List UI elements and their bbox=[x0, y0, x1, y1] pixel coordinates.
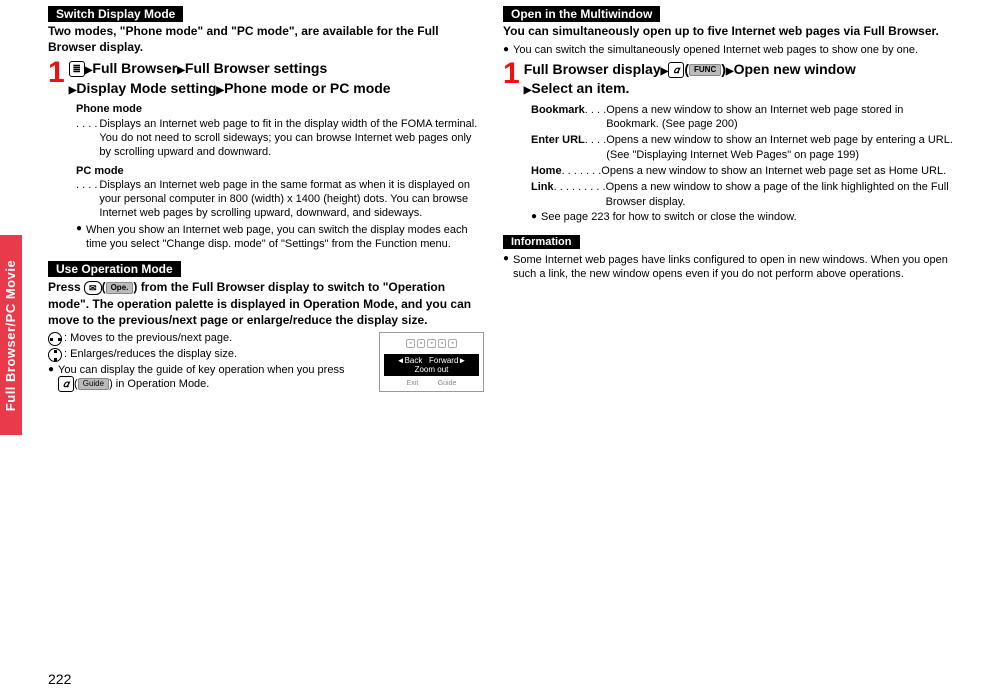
nav-arrow-icon: ▶ bbox=[661, 66, 669, 77]
op-lr-text: : Moves to the previous/next page. bbox=[64, 332, 232, 344]
guide-exit: Exit bbox=[407, 380, 419, 387]
mail-key-icon: ✉ bbox=[84, 281, 102, 295]
open-intro: You can simultaneously open up to five I… bbox=[503, 24, 954, 40]
operation-guide-preview: ◦◦◦◦◦ ◄Back Forward► Zoom out Exit Guide bbox=[379, 332, 484, 392]
use-intro-a: Press bbox=[48, 280, 84, 294]
def-term: Home bbox=[531, 164, 562, 178]
use-intro: Press ✉(Ope.) from the Full Browser disp… bbox=[48, 279, 484, 328]
guide-softkey-label: Guide bbox=[78, 378, 109, 390]
switch-modes-block: Phone mode . . . . Displays an Internet … bbox=[76, 102, 484, 251]
op-guide-row: ● You can display the guide of key opera… bbox=[48, 364, 373, 392]
pc-mode-desc: Displays an Internet web page in the sam… bbox=[99, 178, 484, 221]
bullet-icon: ● bbox=[503, 253, 509, 265]
nav-phone-or-pc-mode: Phone mode or PC mode bbox=[224, 80, 390, 96]
bullet-icon: ● bbox=[531, 211, 537, 223]
information-text: Some Internet web pages have links confi… bbox=[513, 253, 950, 282]
phone-mode-label: Phone mode bbox=[76, 102, 484, 116]
nav-select-item: Select an item. bbox=[531, 80, 629, 96]
def-enter-url: Enter URL. . . .Opens a new window to sh… bbox=[531, 133, 954, 162]
switch-bullet-row: ● When you show an Internet web page, yo… bbox=[76, 223, 484, 252]
switch-bullet-text: When you show an Internet web page, you … bbox=[86, 223, 484, 252]
information-heading: Information bbox=[503, 235, 580, 249]
information-body: ● Some Internet web pages have links con… bbox=[503, 253, 954, 282]
op-guide-a: You can display the guide of key operati… bbox=[58, 364, 344, 376]
use-intro-b: ( bbox=[102, 280, 106, 294]
nav-arrow-icon: ▶ bbox=[726, 66, 734, 77]
op-ud-text: : Enlarges/reduces the display size. bbox=[64, 348, 237, 360]
open-bullet-text: You can switch the simultaneously opened… bbox=[513, 44, 918, 56]
page-content: Switch Display Mode Two modes, "Phone mo… bbox=[0, 0, 1001, 392]
step-body: Full Browser display▶(FUNC)▶Open new win… bbox=[524, 60, 954, 99]
def-link: Link . . . . . . . . .Opens a new window… bbox=[531, 180, 954, 209]
def-desc: Opens a new window to show an Internet w… bbox=[601, 164, 946, 178]
func-softkey-label: FUNC bbox=[689, 64, 721, 76]
def-term: Enter URL bbox=[531, 133, 585, 162]
joystick-lr-icon bbox=[48, 332, 62, 346]
nav-display-mode-setting: Display Mode setting bbox=[76, 80, 216, 96]
nav-arrow-icon: ▶ bbox=[216, 85, 224, 96]
def-desc: Opens a new window to show an Internet w… bbox=[606, 133, 954, 162]
open-bullet-row: ● You can switch the simultaneously open… bbox=[503, 44, 954, 56]
open-step: 1 Full Browser display▶(FUNC)▶Open new w… bbox=[503, 60, 954, 99]
op-lr-row: : Moves to the previous/next page. bbox=[48, 332, 373, 346]
joystick-ud-icon bbox=[48, 348, 62, 362]
alpha-key-icon bbox=[668, 62, 684, 78]
def-bookmark: Bookmark. . . .Opens a new window to sho… bbox=[531, 103, 954, 132]
switch-step: 1 ▶Full Browser▶Full Browser settings ▶D… bbox=[48, 59, 484, 98]
sidebar-tab: Full Browser/PC Movie bbox=[0, 235, 22, 435]
step-number: 1 bbox=[48, 59, 65, 87]
open-multiwindow-heading: Open in the Multiwindow bbox=[503, 6, 660, 22]
switch-display-mode-heading: Switch Display Mode bbox=[48, 6, 183, 22]
def-home: Home. . . . . . .Opens a new window to s… bbox=[531, 164, 954, 178]
op-guide-c: ) in Operation Mode. bbox=[109, 378, 209, 390]
nav-full-browser: Full Browser bbox=[92, 60, 177, 76]
phone-mode-desc: Displays an Internet web page to fit in … bbox=[99, 117, 484, 160]
pc-mode-row: . . . . Displays an Internet web page in… bbox=[76, 178, 484, 221]
use-operation-mode-heading: Use Operation Mode bbox=[48, 261, 181, 277]
bullet-icon: ● bbox=[503, 44, 509, 56]
nav-full-browser-display: Full Browser display bbox=[524, 61, 661, 77]
alpha-key-icon bbox=[58, 376, 74, 392]
guide-zoom: Zoom out bbox=[386, 365, 477, 374]
pc-mode-label: PC mode bbox=[76, 164, 484, 178]
guide-back: ◄Back bbox=[397, 356, 423, 365]
step-body: ▶Full Browser▶Full Browser settings ▶Dis… bbox=[69, 59, 484, 98]
op-guide-text: You can display the guide of key operati… bbox=[58, 364, 344, 392]
nav-open-new-window: Open new window bbox=[734, 61, 856, 77]
phone-mode-dots: . . . . bbox=[76, 117, 97, 160]
nav-arrow-icon: ▶ bbox=[177, 65, 185, 76]
guide-middle: ◄Back Forward► Zoom out bbox=[384, 354, 479, 376]
def-dots: . . . . . . . bbox=[562, 164, 602, 178]
alpha-key-icon bbox=[69, 61, 85, 77]
phone-mode-row: . . . . Displays an Internet web page to… bbox=[76, 117, 484, 160]
def-term: Bookmark bbox=[531, 103, 585, 132]
right-column: Open in the Multiwindow You can simultan… bbox=[498, 6, 968, 392]
ope-softkey-label: Ope. bbox=[106, 282, 134, 294]
guide-guide: Guide bbox=[438, 380, 457, 387]
page-number: 222 bbox=[48, 671, 71, 687]
def-dots: . . . . bbox=[585, 103, 606, 132]
def-desc: Opens a new window to show an Internet w… bbox=[606, 103, 954, 132]
op-ud-row: : Enlarges/reduces the display size. bbox=[48, 348, 373, 362]
bullet-icon: ● bbox=[76, 223, 82, 235]
see-page-text: See page 223 for how to switch or close … bbox=[541, 211, 797, 223]
definitions-block: Bookmark. . . .Opens a new window to sho… bbox=[531, 103, 954, 223]
nav-full-browser-settings: Full Browser settings bbox=[185, 60, 327, 76]
step-number: 1 bbox=[503, 60, 520, 88]
switch-intro: Two modes, "Phone mode" and "PC mode", a… bbox=[48, 24, 484, 55]
def-dots: . . . . . . . . . bbox=[554, 180, 606, 209]
see-page-row: ● See page 223 for how to switch or clos… bbox=[531, 211, 954, 223]
left-column: Switch Display Mode Two modes, "Phone mo… bbox=[28, 6, 498, 392]
bullet-icon: ● bbox=[48, 364, 54, 376]
guide-forward: Forward► bbox=[429, 356, 466, 365]
def-desc: Opens a new window to show a page of the… bbox=[606, 180, 954, 209]
pc-mode-dots: . . . . bbox=[76, 178, 97, 221]
sidebar-tab-label: Full Browser/PC Movie bbox=[4, 259, 19, 410]
def-term: Link bbox=[531, 180, 554, 209]
def-dots: . . . . bbox=[585, 133, 606, 162]
